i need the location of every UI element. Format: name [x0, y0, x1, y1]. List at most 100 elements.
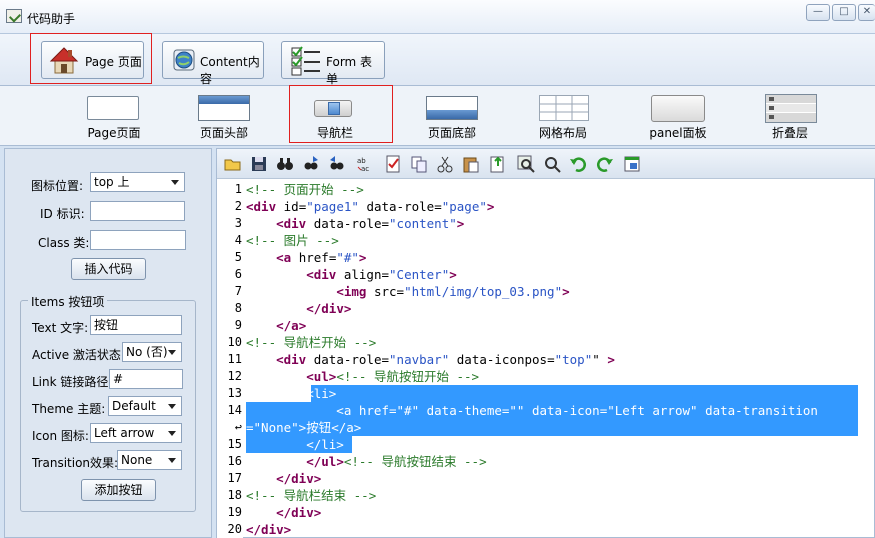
line-number: 17	[227, 471, 242, 485]
close-button[interactable]: ✕	[858, 4, 875, 21]
svg-text:ac: ac	[361, 165, 369, 173]
page-button-label: Page 页面	[85, 55, 142, 69]
active-select[interactable]: No (否)	[122, 342, 182, 362]
code-line: </div>	[276, 471, 322, 486]
code-line: <li>	[246, 386, 337, 401]
line-number: 7	[234, 284, 242, 298]
component-header-label: 页面头部	[199, 126, 248, 140]
component-collapsible[interactable]: 折叠层	[752, 91, 828, 141]
component-page[interactable]: Page页面	[76, 91, 152, 141]
line-number: 2	[234, 199, 242, 213]
code-line: <!-- 页面开始 -->	[246, 182, 364, 197]
text-label: Text 文字:	[32, 321, 89, 335]
icon-value: Left arrow	[94, 426, 155, 440]
zoom-in-icon[interactable]	[516, 154, 536, 174]
code-line: <div data-role="navbar" data-iconpos="to…	[276, 352, 615, 367]
component-grid-label: 网格布局	[538, 126, 587, 140]
icon-position-value: top 上	[94, 175, 130, 189]
document-icon[interactable]	[383, 154, 403, 174]
code-line: <div align="Center">	[306, 267, 457, 282]
redo-icon[interactable]	[595, 154, 615, 174]
transition-value: None	[121, 453, 153, 467]
code-line: </div>	[306, 301, 352, 316]
checklist-icon	[291, 46, 320, 76]
code-line: <div data-role="content">	[276, 216, 465, 231]
text-field[interactable]: 按钮	[90, 315, 182, 335]
content-button[interactable]: Content内容	[162, 41, 264, 86]
link-field[interactable]: #	[109, 369, 183, 389]
zoom-out-icon[interactable]	[542, 154, 562, 174]
svg-text:ab: ab	[357, 157, 366, 165]
chevron-down-icon	[168, 404, 176, 409]
save-icon[interactable]	[249, 154, 269, 174]
panel-preview-icon	[651, 95, 705, 122]
code-line: <div id="page1" data-role="page">	[246, 199, 495, 214]
code-line: <a href="#">	[276, 250, 367, 265]
code-line: </ul><!-- 导航按钮结束 -->	[306, 454, 487, 469]
maximize-button[interactable]: □	[832, 4, 856, 21]
component-collapsible-label: 折叠层	[771, 126, 808, 140]
line-number: 12	[227, 369, 242, 383]
component-panel-label: panel面板	[649, 126, 707, 140]
window-title: 代码助手	[27, 12, 76, 26]
binoculars-icon[interactable]	[275, 154, 295, 174]
export-icon[interactable]	[488, 154, 508, 174]
chevron-down-icon	[168, 431, 176, 436]
line-number: 11	[227, 352, 242, 366]
code-line: <!-- 导航栏结束 -->	[246, 488, 377, 503]
minimize-button[interactable]: —	[806, 4, 830, 21]
icon-select[interactable]: Left arrow	[90, 423, 182, 443]
globe-icon	[173, 49, 195, 71]
line-number: 13	[227, 386, 242, 400]
window-icon[interactable]	[622, 154, 642, 174]
component-grid[interactable]: 网格布局	[525, 91, 601, 141]
chevron-down-icon	[168, 458, 176, 463]
code-line: <!-- 图片 -->	[246, 233, 339, 248]
line-number: 19	[227, 505, 242, 519]
add-button[interactable]: 添加按钮	[81, 479, 156, 501]
content-button-label: Content内容	[200, 55, 260, 86]
transition-select[interactable]: None	[117, 450, 182, 470]
active-value: No (否)	[126, 345, 168, 359]
theme-select[interactable]: Default	[108, 396, 182, 416]
component-footer[interactable]: 页面底部	[414, 91, 490, 141]
collapsible-icon	[765, 94, 817, 123]
find-prev-icon[interactable]	[327, 154, 347, 174]
component-panel[interactable]: panel面板	[640, 91, 716, 141]
class-field[interactable]	[90, 230, 186, 250]
code-line: </div>	[276, 505, 322, 520]
class-label: Class 类:	[38, 236, 90, 250]
id-label: ID 标识:	[40, 207, 85, 221]
icon-position-label: 图标位置:	[31, 179, 84, 193]
form-button-label: Form 表单	[326, 55, 373, 86]
code-line: </div>	[246, 522, 292, 537]
find-next-icon[interactable]	[301, 154, 321, 174]
cut-icon[interactable]	[435, 154, 455, 174]
title-bar: 代码助手 — □ ✕	[0, 0, 875, 34]
line-number: 5	[234, 250, 242, 264]
footer-preview-icon	[426, 96, 478, 120]
undo-icon[interactable]	[568, 154, 588, 174]
component-navbar[interactable]: 导航栏	[303, 91, 379, 141]
page-preview-icon	[87, 96, 139, 120]
house-icon	[49, 47, 79, 74]
component-header[interactable]: 页面头部	[186, 91, 262, 141]
insert-code-button[interactable]: 插入代码	[71, 258, 146, 280]
spellcheck-icon[interactable]: ab ac	[355, 154, 375, 174]
line-number: 14	[227, 403, 242, 417]
form-button[interactable]: Form 表单	[281, 41, 385, 86]
items-group-label: Items 按钮项	[28, 293, 108, 310]
copy-icon[interactable]	[409, 154, 429, 174]
id-field[interactable]	[90, 201, 185, 221]
grid-icon	[539, 95, 589, 121]
line-number: 8	[234, 301, 242, 315]
icon-position-select[interactable]: top 上	[90, 172, 185, 192]
link-label: Link 链接路径:	[32, 375, 113, 389]
line-number: 1	[234, 182, 242, 196]
open-folder-icon[interactable]	[223, 154, 243, 174]
page-button[interactable]: Page 页面	[41, 41, 144, 79]
navbar-preview-icon	[314, 100, 352, 117]
paste-icon[interactable]	[461, 154, 481, 174]
code-line: </li>	[246, 437, 344, 452]
code-line: </a>	[276, 318, 307, 333]
